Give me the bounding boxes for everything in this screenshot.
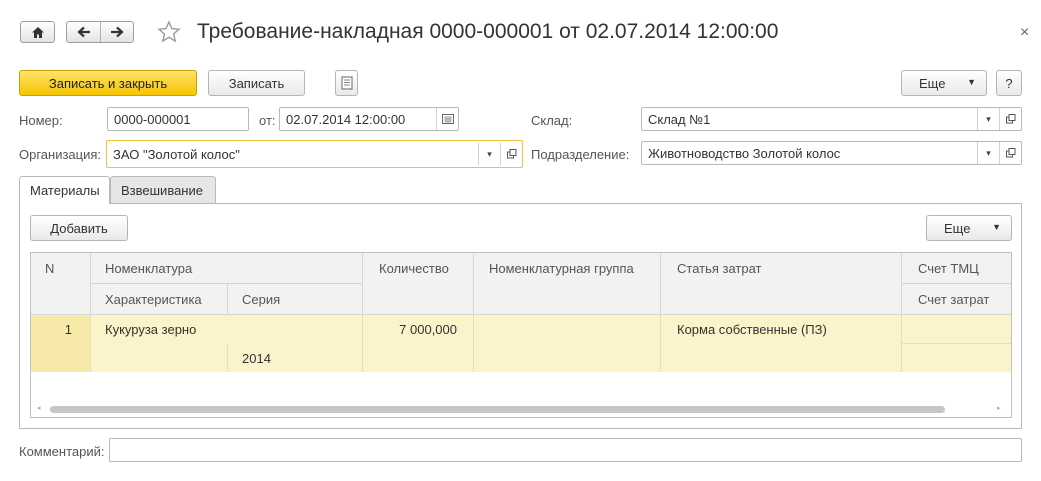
column-header-n[interactable]: N xyxy=(31,253,91,315)
cell-quantity: 7 000,000 xyxy=(363,315,474,372)
column-header-tmc-account[interactable]: Счет ТМЦ xyxy=(902,253,1011,284)
cell-nomenclature: Кукуруза зерно xyxy=(91,315,363,344)
department-value: Животноводство Золотой колос xyxy=(648,146,841,161)
help-button[interactable]: ? xyxy=(996,70,1022,96)
chevron-down-icon[interactable]: ▾ xyxy=(977,108,999,130)
warehouse-value: Склад №1 xyxy=(648,112,711,127)
date-field[interactable]: 02.07.2014 12:00:00 xyxy=(279,107,459,131)
column-header-quantity[interactable]: Количество xyxy=(363,253,474,315)
comment-field[interactable] xyxy=(109,438,1022,462)
nav-buttons xyxy=(66,21,134,43)
dropdown-arrow-icon: ▼ xyxy=(967,77,976,87)
scroll-left-icon[interactable]: ◂ xyxy=(37,404,41,412)
cell-nomenclature-group xyxy=(474,315,661,372)
cell-tmc-account xyxy=(902,315,1011,344)
chevron-down-icon[interactable]: ▾ xyxy=(478,143,500,165)
more-label: Еще xyxy=(919,75,946,91)
number-field[interactable]: 0000-000001 xyxy=(107,107,249,131)
date-value: 02.07.2014 12:00:00 xyxy=(286,112,406,127)
materials-table: N Номенклатура Характеристика Серия Коли… xyxy=(30,252,1012,418)
organization-field[interactable]: ЗАО "Золотой колос" ▾ xyxy=(106,140,523,168)
open-icon[interactable] xyxy=(999,142,1021,164)
home-button[interactable] xyxy=(20,21,55,43)
more-button[interactable]: Еще ▼ xyxy=(901,70,987,96)
cell-cost-item: Корма собственные (ПЗ) xyxy=(661,315,902,372)
open-icon[interactable] xyxy=(500,143,522,165)
calendar-icon[interactable] xyxy=(436,108,458,130)
save-button[interactable]: Записать xyxy=(208,70,305,96)
table-more-label: Еще xyxy=(944,220,971,236)
save-and-close-button[interactable]: Записать и закрыть xyxy=(19,70,197,96)
cell-n: 1 xyxy=(31,315,91,372)
chevron-down-icon[interactable]: ▾ xyxy=(977,142,999,164)
forward-button[interactable] xyxy=(100,22,133,42)
page-title: Требование-накладная 0000-000001 от 02.0… xyxy=(197,20,779,43)
add-button[interactable]: Добавить xyxy=(30,215,128,241)
tab-materials[interactable]: Материалы xyxy=(19,176,110,204)
warehouse-field[interactable]: Склад №1 ▾ xyxy=(641,107,1022,131)
cell-characteristic xyxy=(91,344,228,372)
column-header-series[interactable]: Серия xyxy=(228,284,363,315)
document-report-icon xyxy=(341,76,352,90)
column-header-cost-account[interactable]: Счет затрат xyxy=(902,284,1011,315)
table-more-button[interactable]: Еще ▼ xyxy=(926,215,1012,241)
number-label: Номер: xyxy=(19,113,63,128)
warehouse-label: Склад: xyxy=(531,113,573,128)
department-field[interactable]: Животноводство Золотой колос ▾ xyxy=(641,141,1022,165)
arrow-left-icon xyxy=(76,26,90,38)
cell-cost-account xyxy=(902,344,1011,372)
back-button[interactable] xyxy=(67,22,100,42)
column-header-nomenclature[interactable]: Номенклатура xyxy=(91,253,363,284)
date-label: от: xyxy=(259,113,276,128)
scrollbar-thumb[interactable] xyxy=(50,406,945,413)
column-header-nomenclature-group[interactable]: Номенклатурная группа xyxy=(474,253,661,315)
cell-series: 2014 xyxy=(228,344,363,372)
dropdown-arrow-icon: ▼ xyxy=(992,222,1001,232)
organization-label: Организация: xyxy=(19,147,102,162)
comment-label: Комментарий: xyxy=(19,444,105,459)
arrow-right-icon xyxy=(111,26,124,38)
tab-weighing[interactable]: Взвешивание xyxy=(110,176,216,203)
report-button[interactable] xyxy=(335,70,358,96)
column-header-cost-item[interactable]: Статья затрат xyxy=(661,253,902,315)
scroll-right-icon[interactable]: ▸ xyxy=(997,404,1001,412)
close-icon[interactable]: × xyxy=(1020,24,1029,42)
department-label: Подразделение: xyxy=(531,147,630,162)
home-icon xyxy=(21,22,54,42)
organization-value: ЗАО "Золотой колос" xyxy=(113,147,240,162)
open-icon[interactable] xyxy=(999,108,1021,130)
column-header-characteristic[interactable]: Характеристика xyxy=(91,284,228,315)
favorite-star-icon[interactable] xyxy=(157,20,181,47)
